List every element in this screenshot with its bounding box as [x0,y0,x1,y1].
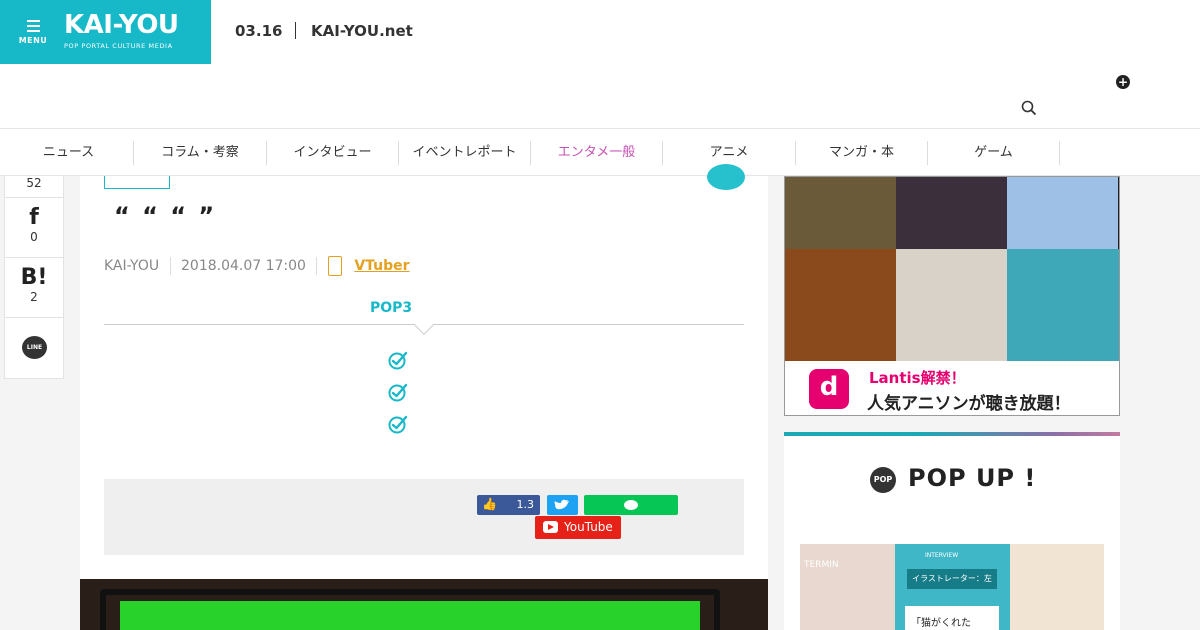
meta-divider [169,257,171,275]
youtube-subscribe-button[interactable]: YouTube [535,516,621,539]
facebook-count: 0 [30,230,38,244]
facebook-icon: f [29,205,39,230]
nav-item-interview[interactable]: インタビュー [267,141,399,165]
ad-tile [896,177,1007,249]
site-header: MENU KAI-YOU POP PORTAL CULTURE MEDIA 03… [0,0,1200,128]
line-icon: LINE [22,336,47,359]
check-circle-icon [388,351,408,370]
hamburger-icon [18,20,48,32]
facebook-like-button[interactable]: 👍 1.3 [477,495,540,515]
facebook-share-button[interactable]: f 0 [5,198,63,258]
menu-button[interactable]: MENU [18,20,48,45]
logo-tagline: POP PORTAL CULTURE MEDIA [64,42,173,50]
popup-card-text: 「猫がくれた [905,606,999,630]
popup-feature-image[interactable]: TERMIN INTERVIEW イラストレーター：左 「猫がくれた [800,544,1104,630]
share-total-count: 52 [26,176,42,190]
article-meta: KAI-YOU 2018.04.07 17:00 VTuber [104,256,410,276]
site-name-link[interactable]: KAI-YOU.net [311,22,413,40]
nav-item-column[interactable]: コラム・考察 [134,141,267,165]
popup-section: POP POP UP ! TERMIN INTERVIEW イラストレーター：左… [784,432,1120,630]
nav-item-news[interactable]: ニュース [4,141,134,165]
line-bubble-icon [624,500,638,510]
ad-caption: d Lantis解禁！ 人気アニソンが聴き放題！ [785,361,1119,415]
category-nav: ニュース コラム・考察 インタビュー イベントレポート エンタメ一般 アニメ マ… [0,128,1200,176]
article-card: “ “ “ ” KAI-YOU 2018.04.07 17:00 VTuber … [80,164,768,630]
popup-accent-bar [784,432,1120,436]
share-buttons-bar: 👍 1.3 YouTube [104,479,744,555]
share-total: 52 [5,176,63,198]
nav-item-game[interactable]: ゲーム [928,141,1060,165]
popup-card-header: イラストレーター：左 [907,569,997,589]
nav-item-anime[interactable]: アニメ [663,141,796,165]
twitter-bird-icon [554,499,569,510]
ad-headline: Lantis解禁！ [869,369,966,387]
pop3-heading: POP3 [370,300,413,316]
hatena-count: 2 [30,290,38,304]
check-circle-icon [388,383,408,402]
popup-title: POP UP ! [908,464,1037,492]
line-share-button[interactable]: LINE [5,318,63,378]
comment-bubble-icon[interactable] [707,164,745,190]
popup-left-label: TERMIN [804,560,839,570]
header-divider [295,22,296,39]
dhits-logo-icon: d [809,369,849,409]
nav-item-manga[interactable]: マンガ・本 [796,141,928,165]
sidebar-ad-banner[interactable]: d Lantis解禁！ 人気アニソンが聴き放題！ [784,176,1120,416]
logo-area[interactable]: MENU KAI-YOU POP PORTAL CULTURE MEDIA [0,0,211,64]
nav-item-entertainment[interactable]: エンタメ一般 [531,141,663,165]
category-label-box[interactable] [104,176,170,189]
pop3-notch [414,315,434,335]
article-main-image [80,579,768,630]
tag-icon [327,256,342,276]
ad-tile [1007,249,1119,361]
menu-label: MENU [18,36,48,45]
search-icon[interactable] [1021,100,1037,116]
ad-tile [785,177,896,249]
ad-tile [1007,177,1118,249]
article-title: “ “ “ ” [114,202,217,230]
article-tag-link[interactable]: VTuber [354,256,409,276]
popup-interview-label: INTERVIEW [925,552,959,559]
ad-subline: 人気アニソンが聴き放題！ [867,394,1071,414]
thumbs-up-icon: 👍 [482,497,497,511]
site-logo[interactable]: KAI-YOU [64,10,179,40]
hatena-icon: B! [20,265,48,290]
plus-icon[interactable]: + [1116,75,1130,89]
ad-tile [896,249,1007,361]
meta-divider [316,257,318,275]
ad-tile [785,249,896,361]
line-send-button[interactable] [584,495,678,515]
article-author[interactable]: KAI-YOU [104,256,159,276]
like-count: 1.3 [516,498,535,511]
youtube-play-icon [543,521,558,533]
pop-badge-icon: POP [870,467,896,493]
article-datetime: 2018.04.07 17:00 [181,258,306,274]
twitter-share-button[interactable] [547,495,578,515]
hatena-bookmark-button[interactable]: B! 2 [5,258,63,318]
share-rail: 52 f 0 B! 2 LINE [4,176,64,379]
check-circle-icon [388,415,408,434]
nav-item-event-report[interactable]: イベントレポート [399,141,531,165]
youtube-label: YouTube [564,520,613,534]
header-date: 03.16 [235,22,283,40]
